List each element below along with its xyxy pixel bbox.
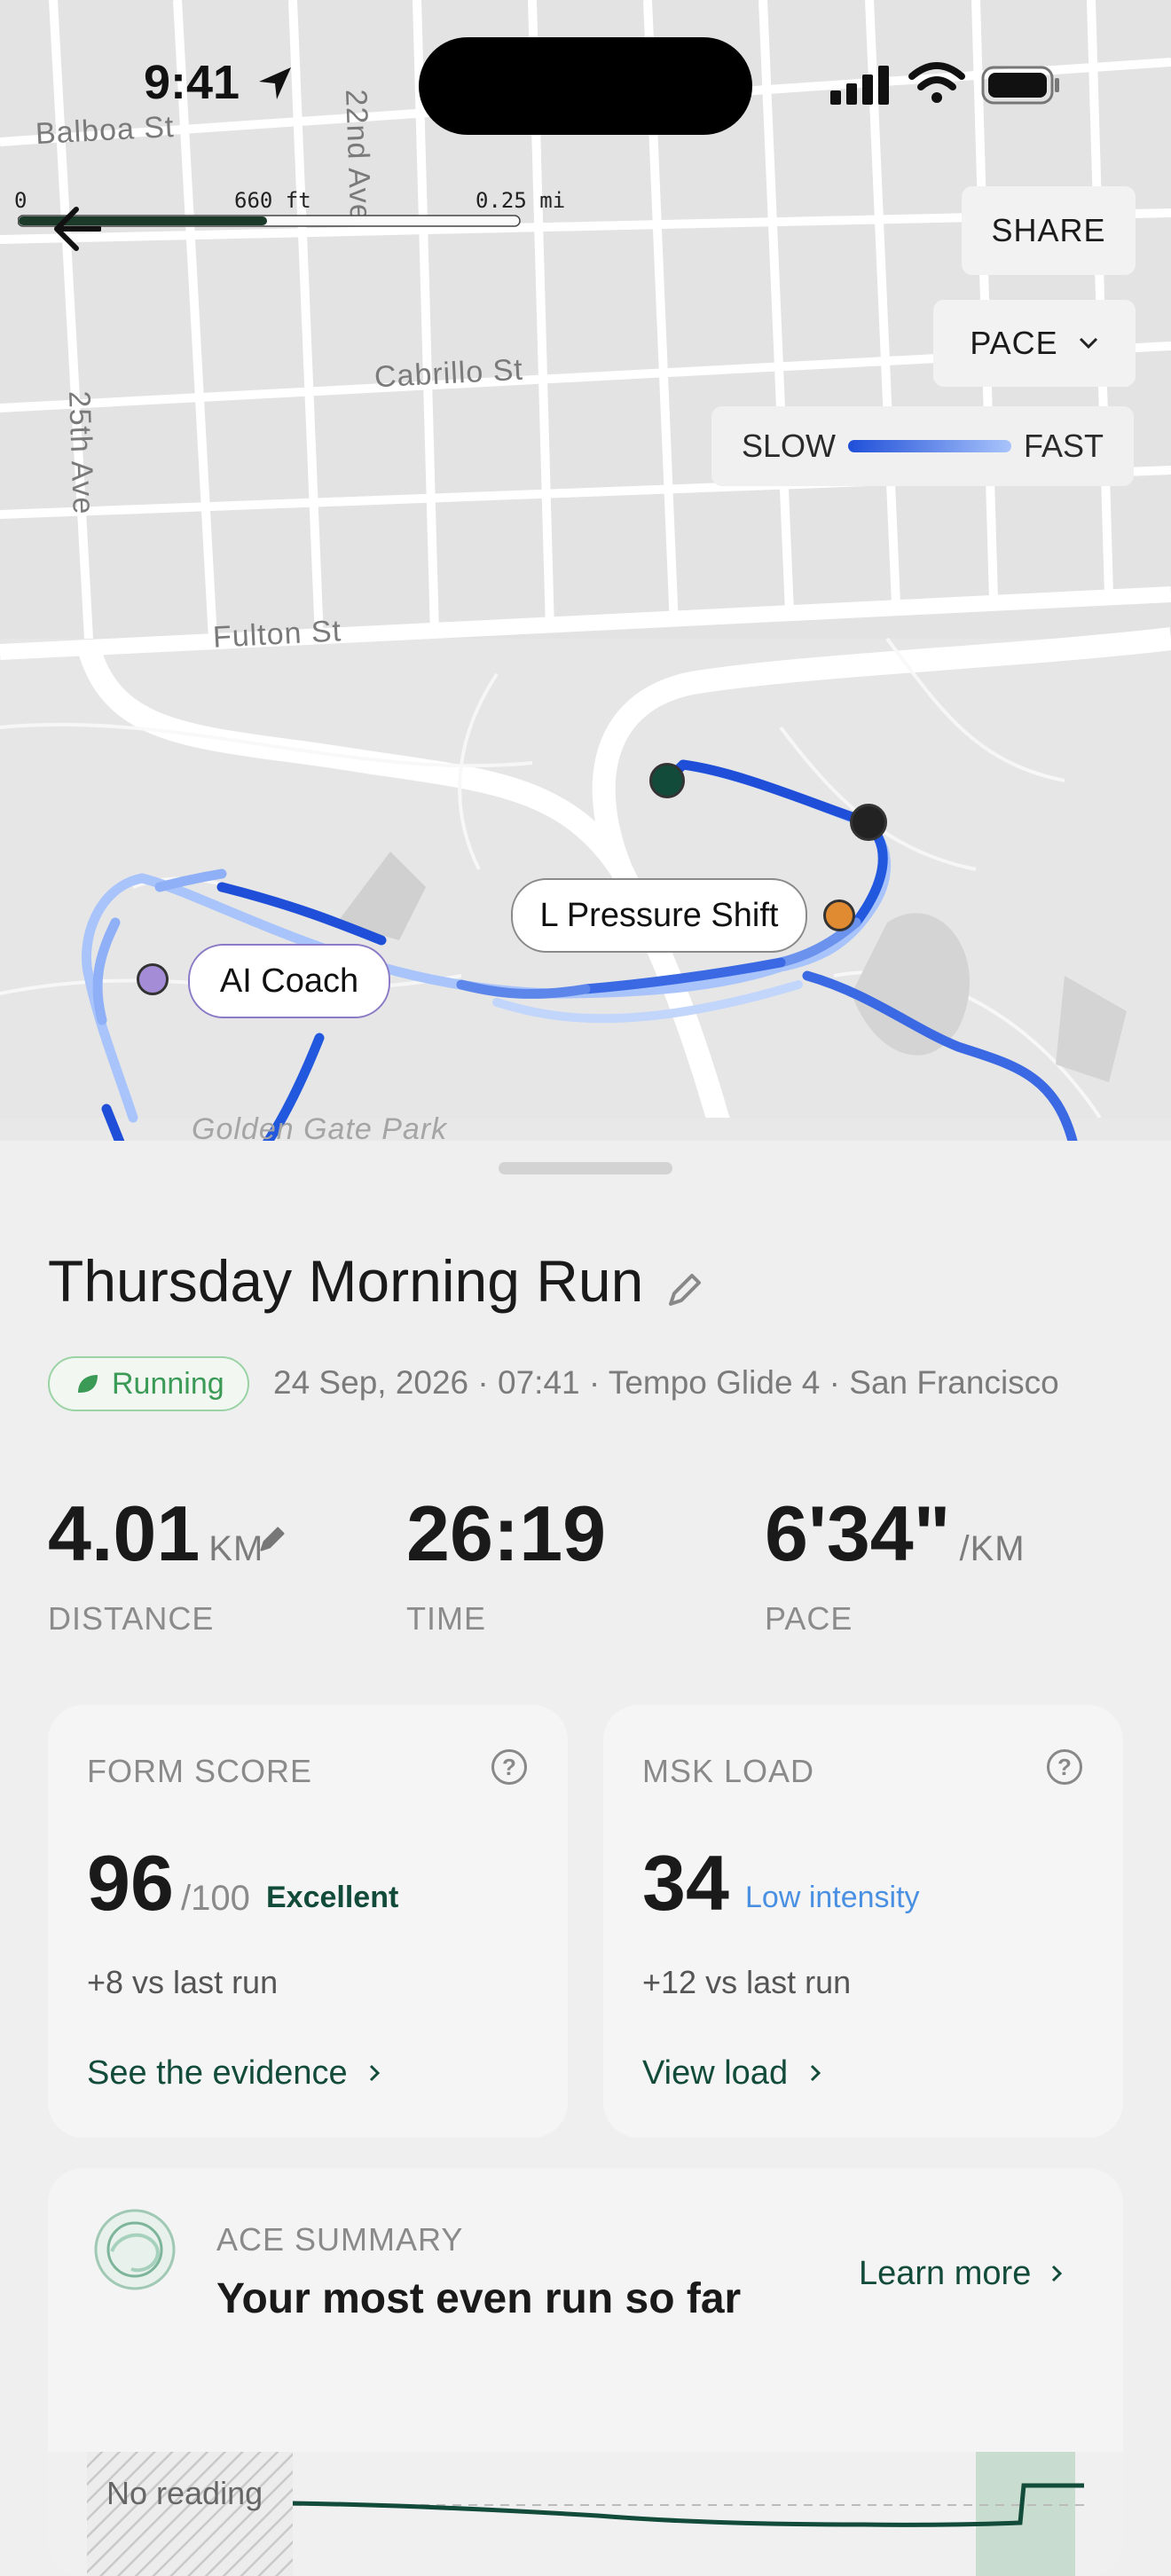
view-load-label: View load: [642, 2054, 789, 2092]
activity-meta: 24 Sep, 2026 · 07:41 · Tempo Glide 4 · S…: [273, 1364, 1059, 1401]
pace-label: PACE: [765, 1600, 853, 1637]
dynamic-island: [419, 37, 752, 135]
legend-fast: FAST: [1023, 428, 1104, 464]
form-score-title: FORM SCORE: [87, 1753, 313, 1789]
chevron-right-icon: [810, 2064, 821, 2082]
distance-value: 4.01 KM: [48, 1488, 263, 1579]
form-score-quality: Excellent: [266, 1881, 399, 1914]
street-label: 25th Ave: [62, 390, 100, 515]
msk-load-value: 34: [642, 1839, 729, 1927]
form-score-card[interactable]: FORM SCORE ? 96 /100 Excellent +8 vs las…: [48, 1705, 568, 2138]
legend-slow: SLOW: [742, 428, 837, 464]
no-reading-label: No reading: [106, 2475, 263, 2511]
ai-coach-marker[interactable]: [137, 963, 169, 995]
scale-start: 0: [14, 188, 28, 213]
ace-logo-icon: [94, 2209, 176, 2290]
scale-end: 0.25 mi: [475, 188, 566, 213]
ace-summary-headline: Your most even run so far: [216, 2275, 742, 2322]
activity-type-label: Running: [112, 1366, 224, 1401]
metric-select-label: PACE: [970, 325, 1058, 361]
street-label: Balboa St: [35, 109, 176, 152]
distance-unit: KM: [208, 1529, 264, 1568]
pace-number: 6'34": [765, 1489, 951, 1577]
msk-load-delta: +12 vs last run: [642, 1964, 852, 2000]
see-evidence-label: See the evidence: [87, 2054, 348, 2092]
activity-type-badge: Running: [48, 1356, 249, 1411]
learn-more-link[interactable]: Learn more: [859, 2255, 1065, 2293]
chevron-right-icon: [1051, 2265, 1063, 2282]
legend-gradient: [847, 440, 1011, 452]
pressure-shift-pill[interactable]: L Pressure Shift: [511, 878, 807, 953]
map-streets: [0, 0, 1171, 1153]
help-icon[interactable]: ?: [1047, 1749, 1082, 1785]
distance-number: 4.01: [48, 1489, 200, 1577]
share-button[interactable]: SHARE: [962, 186, 1136, 275]
time-value: 26:19: [406, 1489, 607, 1577]
pace-legend: SLOW FAST: [711, 406, 1134, 486]
back-arrow-icon[interactable]: [44, 200, 101, 257]
signal-icon: [830, 66, 889, 105]
wifi-icon: [908, 62, 965, 103]
status-time: 9:41: [144, 56, 240, 109]
sheet-handle[interactable]: [499, 1162, 672, 1174]
distance-label: DISTANCE: [48, 1600, 215, 1637]
help-icon[interactable]: ?: [491, 1749, 527, 1785]
pressure-shift-marker[interactable]: [823, 899, 855, 931]
street-label: Fulton St: [212, 614, 342, 655]
chevron-down-icon: [1079, 337, 1097, 349]
msk-load-quality: Low intensity: [745, 1881, 920, 1914]
pace-value: 6'34"/KM: [765, 1488, 1026, 1579]
view-load-link[interactable]: View load: [642, 2054, 824, 2093]
edit-distance-icon[interactable]: [257, 1524, 287, 1554]
see-evidence-link[interactable]: See the evidence: [87, 2054, 383, 2093]
learn-more-label: Learn more: [859, 2255, 1032, 2292]
leaf-icon: [78, 1375, 98, 1393]
activity-sheet: Thursday Morning Run Running 24 Sep, 202…: [0, 1141, 1171, 2576]
msk-load-title: MSK LOAD: [642, 1753, 815, 1789]
time-label: TIME: [406, 1600, 486, 1637]
form-score-denominator: /100: [181, 1879, 250, 1918]
route-end-marker[interactable]: [850, 804, 887, 841]
chevron-right-icon: [370, 2064, 381, 2082]
metric-select[interactable]: PACE: [933, 300, 1136, 387]
route-map[interactable]: Balboa St 22nd Ave Cabrillo St 25th Ave …: [0, 0, 1171, 1153]
ace-summary-card[interactable]: ACE SUMMARY Your most even run so far Le…: [48, 2168, 1123, 2576]
form-score-value: 96: [87, 1839, 174, 1927]
edit-title-icon[interactable]: [665, 1270, 704, 1309]
location-arrow-icon: [259, 67, 291, 99]
route-start-marker[interactable]: [649, 763, 685, 798]
ai-coach-pill[interactable]: AI Coach: [188, 944, 390, 1018]
pace-unit: /KM: [959, 1529, 1026, 1568]
street-label: 22nd Ave: [339, 89, 378, 223]
activity-title: Thursday Morning Run: [48, 1248, 644, 1314]
battery-icon: [981, 66, 1059, 105]
ace-summary-label: ACE SUMMARY: [216, 2221, 464, 2258]
msk-load-card[interactable]: MSK LOAD ? 34 Low intensity +12 vs last …: [603, 1705, 1123, 2138]
scale-mid: 660 ft: [234, 188, 311, 213]
form-score-delta: +8 vs last run: [87, 1964, 279, 2000]
